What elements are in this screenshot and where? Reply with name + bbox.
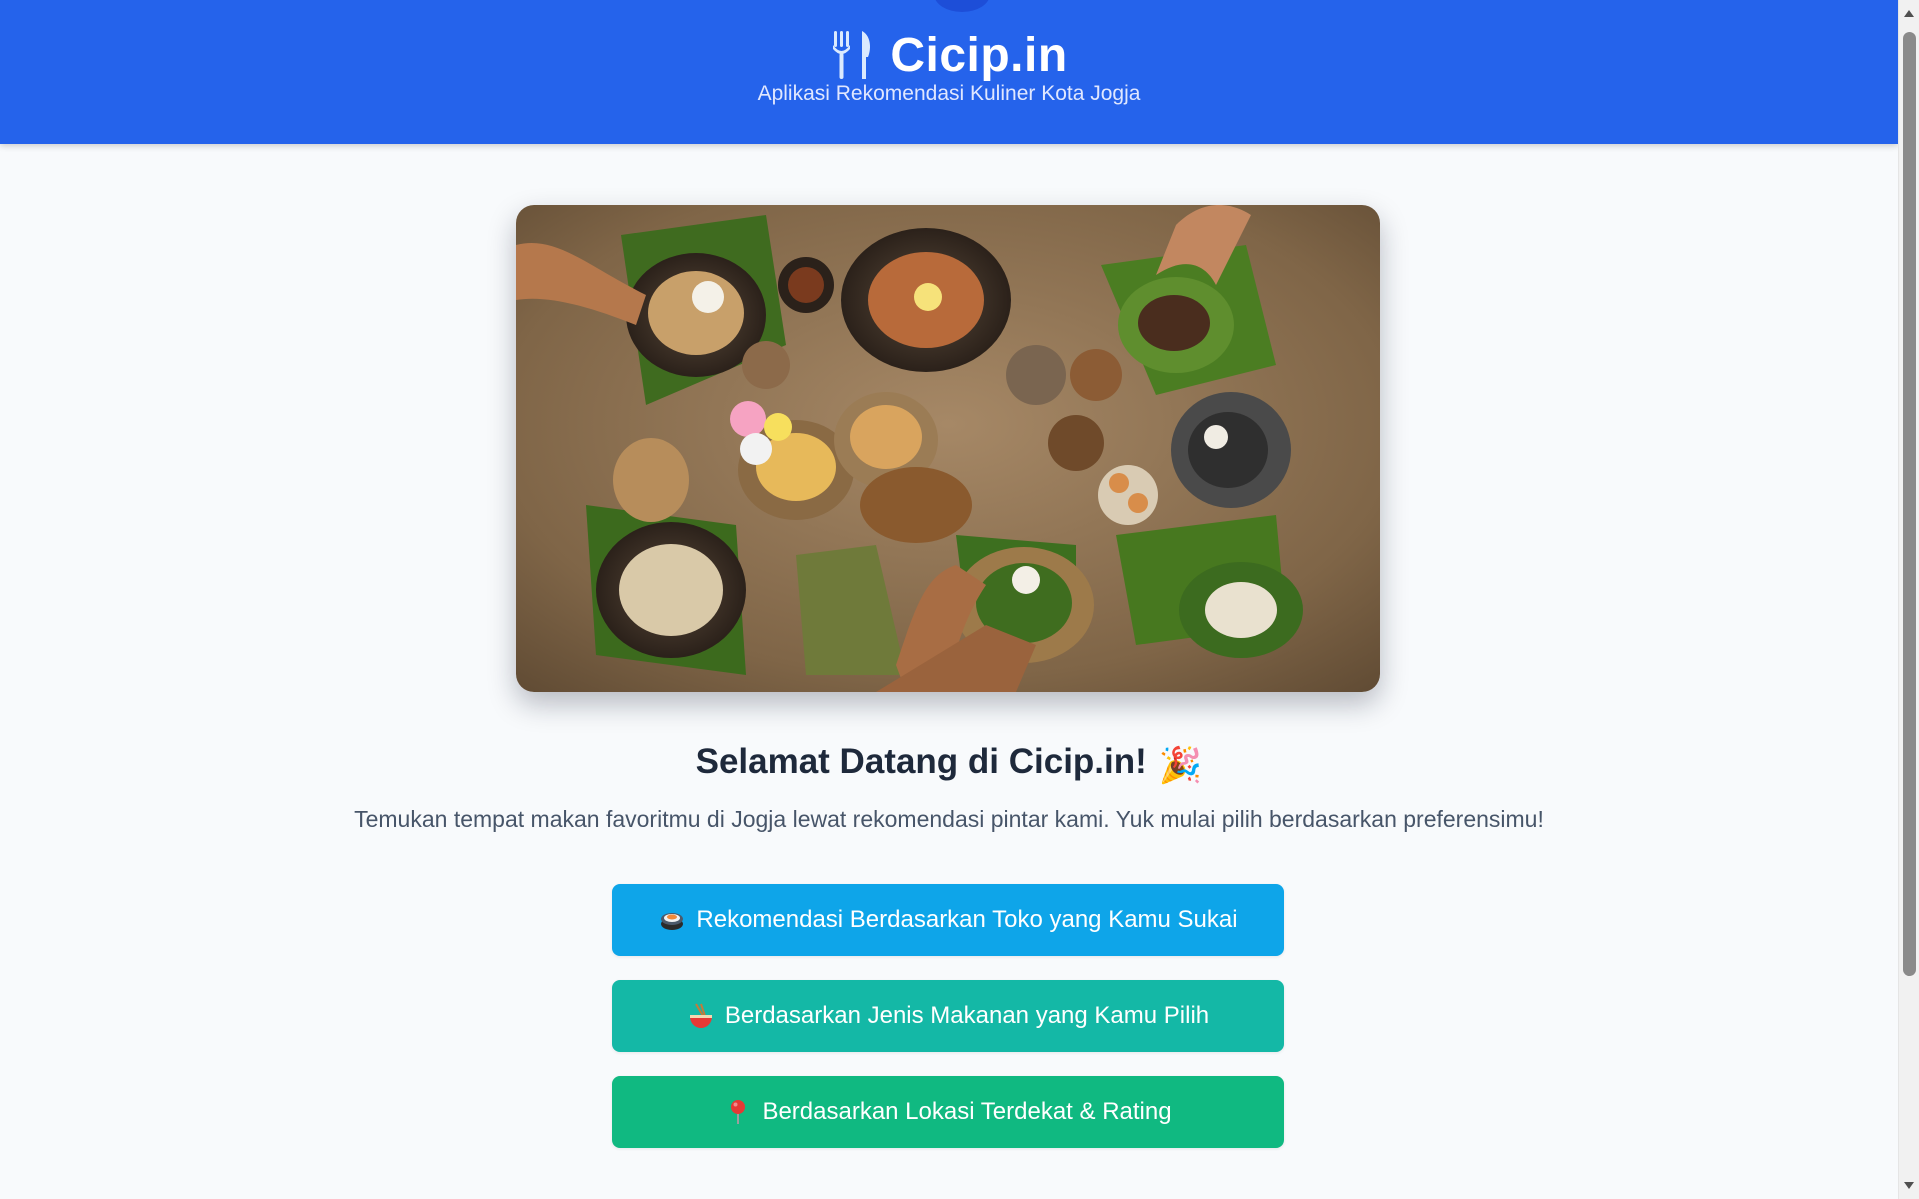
noodle-bowl-icon xyxy=(689,1003,712,1028)
app-subtitle: Aplikasi Rekomendasi Kuliner Kota Jogja xyxy=(757,82,1141,105)
app-header: Cicip.in Aplikasi Rekomendasi Kuliner Ko… xyxy=(0,0,1898,144)
brand: Cicip.in xyxy=(0,22,1898,88)
welcome-title-text: Selamat Datang di Cicip.in! xyxy=(695,742,1147,781)
sushi-icon xyxy=(661,913,684,930)
scroll-down-arrow-icon[interactable] xyxy=(1904,1182,1914,1189)
recommend-by-store-button[interactable]: Rekomendasi Berdasarkan Toko yang Kamu S… xyxy=(612,884,1284,956)
hero-image xyxy=(516,205,1380,692)
recommend-by-food-type-button[interactable]: Berdasarkan Jenis Makanan yang Kamu Pili… xyxy=(612,980,1284,1052)
party-popper-icon: 🎉 xyxy=(1158,746,1203,785)
fork-knife-icon xyxy=(833,31,871,79)
welcome-description: Temukan tempat makan favoritmu di Jogja … xyxy=(354,806,1544,832)
scroll-up-arrow-icon[interactable] xyxy=(1904,10,1914,17)
recommend-by-location-button[interactable]: Berdasarkan Lokasi Terdekat & Rating xyxy=(612,1076,1284,1148)
page: Cicip.in Aplikasi Rekomendasi Kuliner Ko… xyxy=(0,0,1898,1199)
app-title: Cicip.in xyxy=(890,28,1068,82)
welcome-heading: Selamat Datang di Cicip.in! 🎉 xyxy=(0,742,1898,786)
recommend-by-location-label: Berdasarkan Lokasi Terdekat & Rating xyxy=(762,1098,1172,1125)
vertical-scrollbar[interactable] xyxy=(1898,0,1919,1199)
scrollbar-thumb[interactable] xyxy=(1903,32,1916,976)
food-spread-photo xyxy=(516,205,1380,692)
recommend-by-food-type-label: Berdasarkan Jenis Makanan yang Kamu Pili… xyxy=(724,1002,1210,1029)
recommend-by-store-label: Rekomendasi Berdasarkan Toko yang Kamu S… xyxy=(696,906,1238,933)
pin-icon xyxy=(731,1100,746,1124)
header-decoration xyxy=(934,0,990,12)
